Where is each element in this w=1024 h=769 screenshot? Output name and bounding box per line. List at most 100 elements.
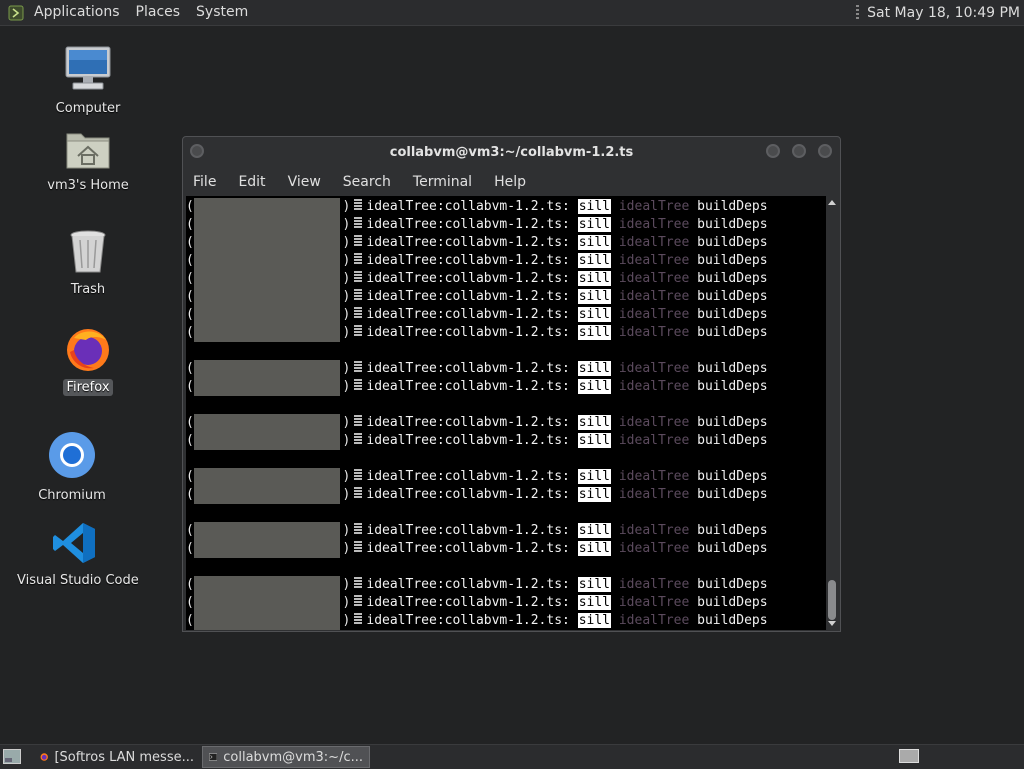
line-prefix: idealTree:collabvm-1.2.ts: xyxy=(366,613,570,628)
desktop-icon-chromium[interactable]: Chromium xyxy=(12,430,132,504)
line-level: sill xyxy=(577,613,612,628)
line-msg: buildDeps xyxy=(697,199,768,214)
spinner-icon xyxy=(354,361,363,373)
spinner-icon xyxy=(354,253,363,265)
firefox-icon xyxy=(67,329,109,371)
desktop-icon-label: Firefox xyxy=(63,379,113,396)
minimize-button[interactable] xyxy=(766,144,780,158)
menu-help[interactable]: Help xyxy=(483,169,537,195)
line-close: ) xyxy=(342,307,351,322)
line-tag: idealTree xyxy=(618,307,690,322)
desktop-icon-firefox[interactable]: Firefox xyxy=(28,326,148,396)
spinner-icon xyxy=(354,325,363,337)
spinner-icon xyxy=(354,199,363,211)
spinner-icon xyxy=(354,541,363,553)
clock-area: Sat May 18, 10:49 PM xyxy=(856,0,1020,25)
maximize-button[interactable] xyxy=(792,144,806,158)
redacted-block xyxy=(194,414,340,450)
line-open: ( xyxy=(186,469,194,484)
line-level: sill xyxy=(577,523,612,538)
desktop-icon-trash[interactable]: Trash xyxy=(28,228,148,298)
line-level: sill xyxy=(577,433,612,448)
system-menu[interactable]: System xyxy=(188,0,256,25)
chromium-icon xyxy=(49,432,95,478)
line-close: ) xyxy=(342,487,351,502)
applications-menu-icon[interactable] xyxy=(8,5,24,21)
scroll-down-icon[interactable] xyxy=(828,621,836,626)
taskbar-item-terminal[interactable]: collabvm@vm3:~/c... xyxy=(202,746,370,768)
taskbar-item-label: collabvm@vm3:~/c... xyxy=(223,749,363,765)
line-open: ( xyxy=(186,307,194,322)
top-panel: Applications Places System Sat May 18, 1… xyxy=(0,0,1024,26)
close-button[interactable] xyxy=(818,144,832,158)
spinner-icon xyxy=(354,595,363,607)
scrollbar-thumb[interactable] xyxy=(828,580,836,620)
menu-file[interactable]: File xyxy=(183,169,227,195)
line-close: ) xyxy=(342,613,351,628)
line-prefix: idealTree:collabvm-1.2.ts: xyxy=(366,523,570,538)
line-open: ( xyxy=(186,235,194,250)
desktop-icon-home[interactable]: vm3's Home xyxy=(28,128,148,194)
taskbar-item-softros[interactable]: [Softros LAN messe... xyxy=(34,746,200,768)
menu-edit[interactable]: Edit xyxy=(227,169,276,195)
line-msg: buildDeps xyxy=(697,379,768,394)
terminal-scrollbar[interactable] xyxy=(826,196,838,630)
line-prefix: idealTree:collabvm-1.2.ts: xyxy=(366,217,570,232)
workspace-switcher[interactable] xyxy=(899,749,919,763)
redacted-block xyxy=(194,468,340,504)
title-bar[interactable]: collabvm@vm3:~/collabvm-1.2.ts xyxy=(183,137,840,169)
show-desktop-icon[interactable] xyxy=(3,749,21,764)
line-tag: idealTree xyxy=(618,577,690,592)
line-close: ) xyxy=(342,289,351,304)
line-tag: idealTree xyxy=(618,469,690,484)
line-tag: idealTree xyxy=(618,433,690,448)
desktop-icon-label: Chromium xyxy=(38,488,106,503)
menu-search[interactable]: Search xyxy=(332,169,402,195)
line-tag: idealTree xyxy=(618,235,690,250)
clock[interactable]: Sat May 18, 10:49 PM xyxy=(867,5,1020,21)
menu-terminal[interactable]: Terminal xyxy=(402,169,483,195)
line-msg: buildDeps xyxy=(697,613,768,628)
menu-view[interactable]: View xyxy=(277,169,332,195)
desktop-icon-label: Trash xyxy=(70,282,106,297)
places-menu[interactable]: Places xyxy=(128,0,189,25)
applications-menu[interactable]: Applications xyxy=(26,0,128,25)
line-msg: buildDeps xyxy=(697,271,768,286)
terminal-window[interactable]: collabvm@vm3:~/collabvm-1.2.ts File Edit… xyxy=(182,136,841,632)
line-prefix: idealTree:collabvm-1.2.ts: xyxy=(366,199,570,214)
line-msg: buildDeps xyxy=(697,577,768,592)
line-prefix: idealTree:collabvm-1.2.ts: xyxy=(366,595,570,610)
line-prefix: idealTree:collabvm-1.2.ts: xyxy=(366,289,570,304)
desktop-icon-computer[interactable]: Computer xyxy=(28,45,148,117)
desktop-icon-vscode[interactable]: Visual Studio Code xyxy=(14,521,139,589)
line-level: sill xyxy=(577,217,612,232)
line-msg: buildDeps xyxy=(697,415,768,430)
line-tag: idealTree xyxy=(618,613,690,628)
redacted-block xyxy=(194,576,340,630)
line-open: ( xyxy=(186,415,194,430)
line-close: ) xyxy=(342,523,351,538)
terminal-output[interactable]: ( ) idealTree:collabvm-1.2.ts: sill ideal… xyxy=(186,196,826,630)
firefox-icon xyxy=(40,753,48,761)
desktop-icon-label: vm3's Home xyxy=(47,178,129,193)
scroll-up-icon[interactable] xyxy=(828,200,836,205)
line-open: ( xyxy=(186,361,194,376)
